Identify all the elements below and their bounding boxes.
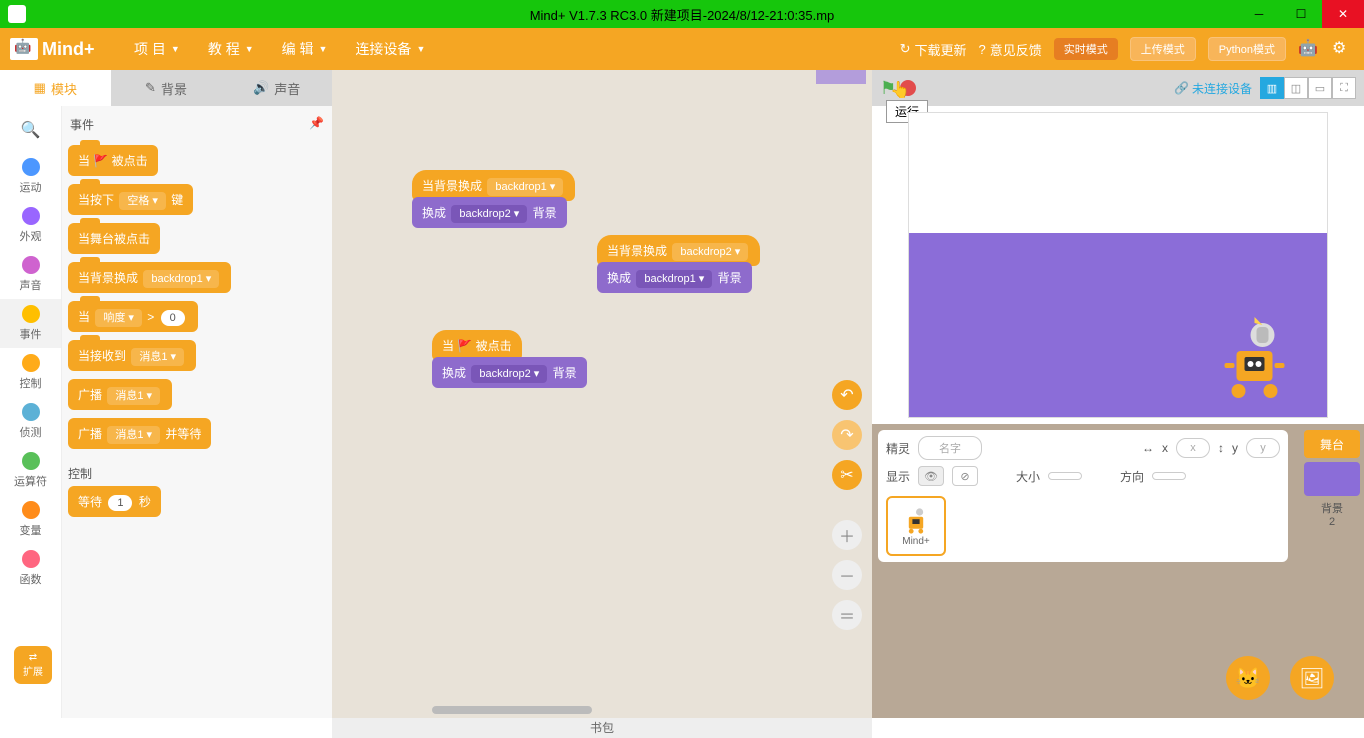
block-when-loud[interactable]: 当 响度 ▾ > 0 [68, 301, 198, 332]
hide-button[interactable]: ⊘ [952, 466, 978, 486]
dir-input[interactable] [1152, 472, 1186, 480]
block-when-flag[interactable]: 当 🚩 被点击 [68, 145, 158, 176]
device-status[interactable]: 🔗 未连接设备 [1174, 80, 1252, 97]
sprite-x-input[interactable]: x [1176, 438, 1210, 458]
zoom-reset-button[interactable]: ＝ [832, 600, 862, 630]
stage-mode-full[interactable]: ⛶ [1332, 77, 1356, 99]
search-icon[interactable]: 🔍 [21, 120, 41, 140]
cat-variables[interactable]: 变量 [0, 495, 61, 544]
mode-python[interactable]: Python模式 [1208, 37, 1286, 61]
menu-project[interactable]: 项 目▼ [120, 39, 194, 59]
tab-blocks[interactable]: ▦ 模块 [0, 70, 111, 106]
block-wait[interactable]: 等待 1 秒 [68, 486, 161, 517]
close-button[interactable]: ✕ [1322, 0, 1364, 28]
script-3[interactable]: 当 🚩 被点击 换成 backdrop2 ▾ 背景 [432, 330, 587, 388]
cat-sound[interactable]: 声音 [0, 250, 61, 299]
feedback-link[interactable]: ? 意见反馈 [979, 40, 1042, 59]
sprite-name-input[interactable]: 名字 [918, 436, 982, 460]
dir-label: 方向 [1120, 468, 1144, 485]
ws-backdrop-swatch [816, 70, 866, 84]
stage-mode-medium[interactable]: ◫ [1284, 77, 1308, 99]
avatar-icon[interactable]: 🤖 [1298, 38, 1320, 60]
add-backdrop-fab[interactable]: 🖼 [1290, 656, 1334, 700]
tab-sound[interactable]: 🔊 声音 [221, 70, 332, 106]
palette-section-title: 事件 [70, 116, 94, 133]
stage-thumbnail[interactable] [1304, 462, 1360, 496]
show-button[interactable]: 👁 [918, 466, 944, 486]
sprite-card[interactable]: Mind+ [886, 496, 946, 556]
extension-button[interactable]: ⇄扩展 [14, 646, 52, 684]
workspace-scrollbar[interactable] [432, 706, 592, 714]
size-label: 大小 [1016, 468, 1040, 485]
cat-looks[interactable]: 外观 [0, 201, 61, 250]
crop-button[interactable]: ✂ [832, 460, 862, 490]
download-updates-link[interactable]: ↻ 下载更新 [900, 40, 967, 59]
app-icon [8, 5, 26, 23]
menu-device[interactable]: 连接设备▼ [341, 39, 439, 59]
palette-section2-title: 控制 [68, 465, 326, 482]
block-broadcast-wait[interactable]: 广播 消息1 ▾ 并等待 [68, 418, 211, 449]
cat-control[interactable]: 控制 [0, 348, 61, 397]
redo-button[interactable]: ↷ [832, 420, 862, 450]
mode-upload[interactable]: 上传模式 [1130, 37, 1196, 61]
sprite-label: 精灵 [886, 440, 910, 457]
stage-tab[interactable]: 舞台 [1304, 430, 1360, 458]
settings-icon[interactable]: ⚙ [1332, 38, 1354, 60]
block-broadcast[interactable]: 广播 消息1 ▾ [68, 379, 172, 410]
backpack[interactable]: 书包 [332, 718, 872, 738]
block-when-stage[interactable]: 当舞台被点击 [68, 223, 160, 254]
undo-button[interactable]: ↶ [832, 380, 862, 410]
script-1[interactable]: 当背景换成 backdrop1 ▾ 换成 backdrop2 ▾ 背景 [412, 170, 575, 228]
cat-motion[interactable]: 运动 [0, 152, 61, 201]
zoom-out-button[interactable]: － [832, 560, 862, 590]
add-sprite-fab[interactable]: 🐱 [1226, 656, 1270, 700]
menu-edit[interactable]: 编 辑▼ [268, 39, 342, 59]
cat-events[interactable]: 事件 [0, 299, 61, 348]
logo: Mind [10, 34, 100, 64]
sprite-y-input[interactable]: y [1246, 438, 1280, 458]
block-when-key[interactable]: 当按下 空格 ▾ 键 [68, 184, 193, 215]
stage-mode-small[interactable]: ▥ [1260, 77, 1284, 99]
show-label: 显示 [886, 468, 910, 485]
tab-backdrop[interactable]: ✎ 背景 [111, 70, 222, 106]
window-title: Mind+ V1.7.3 RC3.0 新建项目-2024/8/12-21:0:3… [530, 5, 835, 24]
sprite-on-stage[interactable] [1212, 307, 1297, 407]
maximize-button[interactable]: ☐ [1280, 0, 1322, 28]
script-2[interactable]: 当背景换成 backdrop2 ▾ 换成 backdrop1 ▾ 背景 [597, 235, 760, 293]
workspace[interactable]: 当背景换成 backdrop1 ▾ 换成 backdrop2 ▾ 背景 当背景换… [332, 70, 872, 718]
stage-mode-large[interactable]: ▭ [1308, 77, 1332, 99]
stage-thumb-label: 背景2 [1321, 500, 1343, 528]
stage[interactable] [908, 112, 1328, 418]
menu-tutorial[interactable]: 教 程▼ [194, 39, 268, 59]
zoom-in-button[interactable]: ＋ [832, 520, 862, 550]
block-when-backdrop[interactable]: 当背景换成 backdrop1 ▾ [68, 262, 231, 293]
block-when-msg[interactable]: 当接收到 消息1 ▾ [68, 340, 196, 371]
cat-sensing[interactable]: 侦测 [0, 397, 61, 446]
cat-operators[interactable]: 运算符 [0, 446, 61, 495]
minimize-button[interactable]: ─ [1238, 0, 1280, 28]
cursor-icon: 👆 [890, 80, 910, 100]
pin-icon[interactable]: 📌 [309, 116, 324, 133]
size-input[interactable] [1048, 472, 1082, 480]
cat-functions[interactable]: 函数 [0, 544, 61, 593]
mode-realtime[interactable]: 实时模式 [1054, 38, 1118, 60]
